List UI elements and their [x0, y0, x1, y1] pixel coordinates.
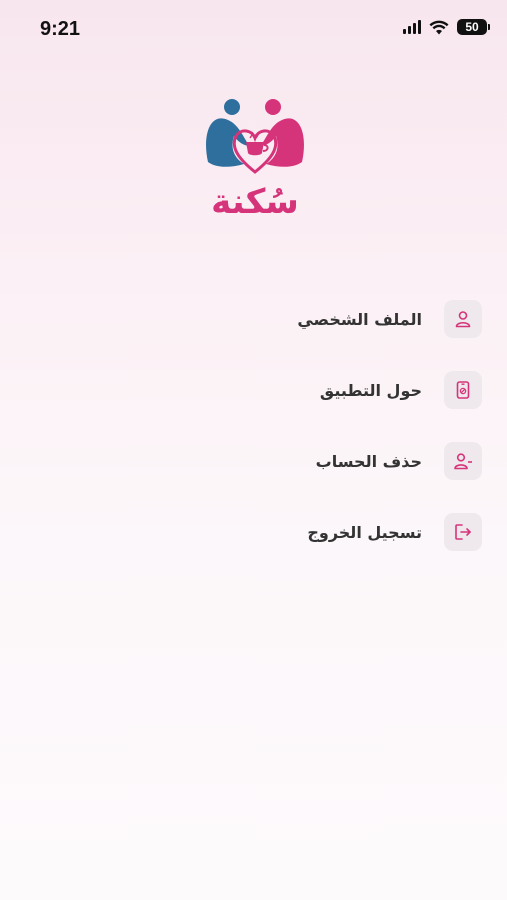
menu-item-label: تسجيل الخروج: [307, 522, 422, 542]
status-icons: 50: [403, 19, 490, 35]
phone-info-icon: [456, 381, 470, 399]
battery-level: 50: [465, 20, 479, 34]
user-minus-icon-box: [444, 442, 482, 480]
user-minus-icon: [454, 453, 472, 470]
menu-item-label: حذف الحساب: [315, 451, 422, 471]
phone-info-icon-box: [444, 371, 482, 409]
logout-icon: [455, 524, 471, 540]
menu-item-delete-account[interactable]: حذف الحساب: [182, 440, 482, 482]
status-time: 9:21: [40, 18, 81, 40]
family-heart-icon: [206, 99, 304, 174]
menu-item-profile[interactable]: الملف الشخصي: [182, 298, 482, 340]
user-icon-box: [444, 300, 482, 338]
status-bar: 9:21 50: [0, 0, 507, 60]
app-name: سُكنة: [211, 182, 299, 222]
logout-icon-box: [444, 513, 482, 551]
wifi-icon: [429, 20, 449, 34]
app-logo: سُكنة: [200, 90, 310, 230]
user-icon: [455, 311, 471, 328]
menu-item-logout[interactable]: تسجيل الخروج: [182, 511, 482, 553]
menu-item-about[interactable]: حول التطبيق: [182, 369, 482, 411]
signal-icon: [403, 20, 421, 34]
menu-item-label: حول التطبيق: [319, 380, 422, 400]
menu-item-label: الملف الشخصي: [297, 309, 422, 329]
battery-icon: 50: [457, 19, 490, 35]
